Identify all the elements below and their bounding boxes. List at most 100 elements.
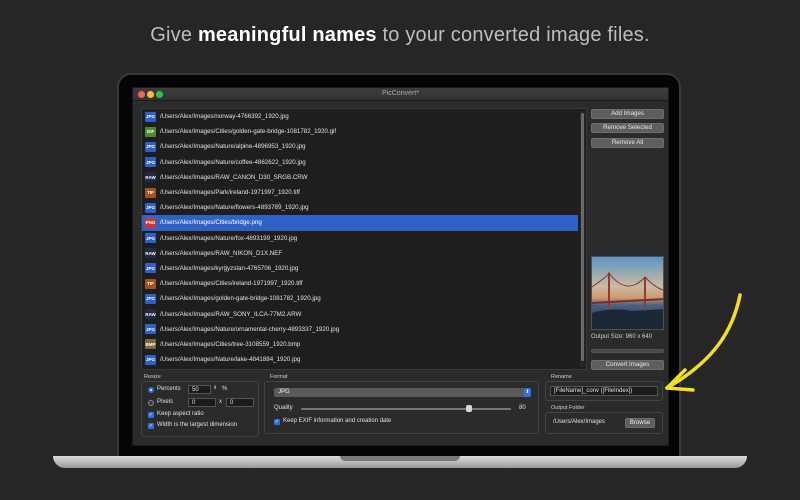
headline-bold: meaningful names	[197, 24, 377, 46]
file-path: /Users/Alex/Images/RAW_NIKON_D1X.NEF	[160, 249, 283, 257]
file-path: /Users/Alex/Images/golden-gate-bridge-10…	[160, 295, 321, 303]
file-type-icon: JPG	[145, 233, 156, 244]
format-panel: Format JPG ⬍ Quality 80 ✓ Keep EXIF info…	[264, 374, 539, 434]
file-type-icon: RAW	[145, 309, 156, 320]
keep-aspect-label: Keep aspect ratio	[157, 411, 204, 417]
file-row[interactable]: RAW/Users/Alex/Images/RAW_NIKON_D1X.NEF	[142, 246, 578, 261]
file-row[interactable]: BMP/Users/Alex/Images/Cities/tree-310855…	[142, 337, 578, 352]
file-type-icon: RAW	[145, 248, 156, 259]
file-type-icon: BMP	[145, 339, 156, 350]
pixels-radio[interactable]	[148, 400, 154, 406]
file-type-icon: PNG	[145, 217, 156, 228]
rename-pattern-field[interactable]: [FileName]_conv ([FileIndex])	[550, 386, 658, 396]
file-type-icon: JPG	[145, 263, 156, 274]
file-path: /Users/Alex/Images/Nature/alpine-4896953…	[160, 143, 306, 151]
file-path: /Users/Alex/Images/kyrgyzstan-4765706_19…	[160, 264, 299, 272]
file-row[interactable]: JPG/Users/Alex/Images/kyrgyzstan-4765706…	[142, 261, 578, 276]
output-folder-label: Output Folder	[551, 405, 585, 411]
file-type-icon: JPG	[145, 354, 156, 365]
laptop-notch	[340, 456, 460, 461]
percent-sign: %	[222, 386, 228, 392]
pixels-height-field[interactable]: 0	[226, 398, 254, 407]
file-row[interactable]: RAW/Users/Alex/Images/RAW_SONY_ILCA-77M2…	[142, 306, 578, 321]
file-row[interactable]: GIF/Users/Alex/Images/Cities/golden-gate…	[142, 124, 578, 139]
keep-exif-label: Keep EXIF information and creation date	[283, 418, 392, 424]
keep-aspect-checkbox[interactable]: ✓	[148, 412, 154, 418]
quality-slider-track[interactable]	[301, 408, 511, 410]
percents-field[interactable]: 50	[188, 385, 211, 394]
file-type-icon: RAW	[145, 172, 156, 183]
quality-value: 80	[519, 405, 526, 411]
file-list-scrollbar[interactable]	[580, 111, 585, 367]
format-select[interactable]: JPG ⬍	[274, 388, 531, 397]
headline-suffix: to your converted image files.	[382, 24, 650, 46]
file-type-icon: JPG	[145, 157, 156, 168]
file-row[interactable]: TIF/Users/Alex/Images/Park/ireland-19719…	[142, 185, 578, 200]
rename-label: Rename	[551, 374, 572, 380]
file-path: /Users/Alex/Images/RAW_CANON_D30_SRGB.CR…	[160, 173, 308, 181]
file-path: /Users/Alex/Images/Nature/lake-4841884_1…	[160, 356, 301, 364]
resize-panel: Resize Percents 50 ⬍ % Pixels 0 x 0 ✓ Ke…	[141, 374, 259, 437]
file-path: /Users/Alex/Images/Nature/coffee-4862622…	[160, 158, 306, 166]
file-row[interactable]: JPG/Users/Alex/Images/Nature/lake-484188…	[142, 352, 578, 367]
headline: Give meaningful names to your converted …	[0, 24, 800, 47]
pixels-width-field[interactable]: 0	[188, 398, 216, 407]
file-path: /Users/Alex/Images/Nature/fox-4893199_19…	[160, 234, 298, 242]
quality-slider-knob[interactable]	[466, 405, 472, 412]
resize-label: Resize	[144, 374, 161, 380]
file-path: /Users/Alex/Images/Nature/ornamental-che…	[160, 325, 340, 333]
file-path: /Users/Alex/Images/RAW_SONY_ILCA-77M2.AR…	[160, 310, 302, 318]
output-folder-panel: Output Folder /Users/Alex/Images Browse	[545, 405, 663, 434]
output-size-label: Output Size: 960 x 640	[591, 334, 653, 340]
file-path: /Users/Alex/Images/Nature/flowers-489378…	[160, 204, 309, 212]
file-row[interactable]: JPG/Users/Alex/Images/norway-4766392_192…	[142, 109, 578, 124]
file-row[interactable]: JPG/Users/Alex/Images/Nature/fox-4893199…	[142, 231, 578, 246]
percents-label: Percents	[157, 386, 181, 392]
pixels-label: Pixels	[157, 399, 174, 405]
output-folder-path: /Users/Alex/Images	[550, 418, 620, 428]
file-row[interactable]: JPG/Users/Alex/Images/Nature/ornamental-…	[142, 322, 578, 337]
file-row[interactable]: PNG/Users/Alex/Images/Cities/bridge.png	[142, 215, 578, 231]
add-images-button[interactable]: Add Images	[591, 109, 664, 119]
file-type-icon: GIF	[145, 126, 156, 137]
width-largest-label: Width is the largest dimension	[157, 422, 238, 428]
file-path: /Users/Alex/Images/Cities/ireland-197199…	[160, 280, 303, 288]
quality-label: Quality	[274, 405, 293, 411]
width-largest-checkbox[interactable]: ✓	[148, 423, 154, 429]
file-path: /Users/Alex/Images/Cities/golden-gate-br…	[160, 128, 337, 136]
app-window: PicConvert* JPG/Users/Alex/Images/norway…	[132, 87, 669, 446]
window-title: PicConvert*	[382, 90, 419, 97]
file-row[interactable]: JPG/Users/Alex/Images/Nature/flowers-489…	[142, 200, 578, 215]
callout-arrow	[665, 293, 742, 392]
file-path: /Users/Alex/Images/Park/ireland-1971997_…	[160, 189, 300, 197]
file-row[interactable]: JPG/Users/Alex/Images/golden-gate-bridge…	[142, 291, 578, 306]
file-rows: JPG/Users/Alex/Images/norway-4766392_192…	[142, 109, 578, 367]
browse-button[interactable]: Browse	[625, 418, 655, 428]
file-list[interactable]: JPG/Users/Alex/Images/norway-4766392_192…	[141, 108, 587, 370]
format-select-value: JPG	[278, 389, 290, 395]
file-type-icon: TIF	[145, 278, 156, 289]
title-bar: PicConvert*	[133, 88, 668, 101]
keep-exif-checkbox[interactable]: ✓	[274, 419, 280, 425]
remove-all-button[interactable]: Remove All	[591, 138, 664, 148]
file-path: /Users/Alex/Images/Cities/tree-3108559_1…	[160, 340, 301, 348]
file-type-icon: JPG	[145, 293, 156, 304]
percents-radio[interactable]	[148, 387, 154, 393]
file-row[interactable]: TIF/Users/Alex/Images/Cities/ireland-197…	[142, 276, 578, 291]
file-row[interactable]: RAW/Users/Alex/Images/RAW_CANON_D30_SRGB…	[142, 170, 578, 185]
pixels-x-separator: x	[219, 399, 222, 405]
file-path: /Users/Alex/Images/norway-4766392_1920.j…	[160, 113, 289, 121]
remove-selected-button[interactable]: Remove Selected	[591, 123, 664, 133]
file-path: /Users/Alex/Images/Cities/bridge.png	[160, 219, 262, 227]
file-type-icon: JPG	[145, 141, 156, 152]
file-type-icon: JPG	[145, 111, 156, 122]
file-type-icon: TIF	[145, 187, 156, 198]
chevron-updown-icon: ⬍	[524, 388, 531, 397]
stepper-icon[interactable]: ⬍	[213, 385, 217, 391]
headline-prefix: Give	[150, 24, 193, 46]
file-row[interactable]: JPG/Users/Alex/Images/Nature/coffee-4862…	[142, 155, 578, 170]
format-label: Format	[270, 374, 288, 380]
file-row[interactable]: JPG/Users/Alex/Images/Nature/alpine-4896…	[142, 139, 578, 154]
file-type-icon: JPG	[145, 324, 156, 335]
scrollbar-thumb[interactable]	[581, 113, 584, 361]
